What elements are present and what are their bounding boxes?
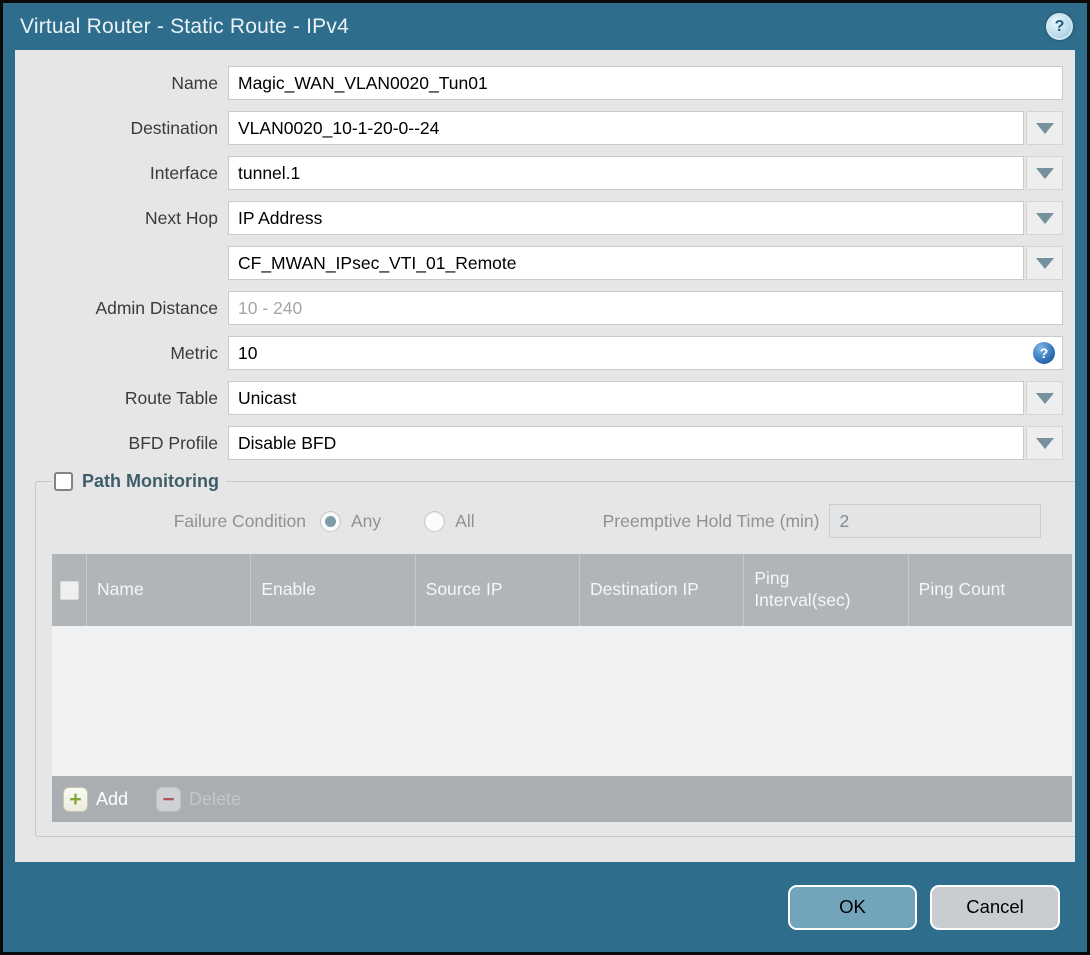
name-input[interactable] bbox=[228, 66, 1063, 100]
failure-condition-row: Failure Condition Any All Preemptive Hol… bbox=[52, 504, 1072, 538]
path-monitoring-checkbox[interactable] bbox=[54, 472, 73, 491]
chevron-down-icon bbox=[1035, 392, 1054, 404]
radio-dot bbox=[325, 515, 336, 527]
failure-condition-all-radio[interactable] bbox=[424, 510, 446, 532]
column-header-ping-interval: Ping Interval(sec) bbox=[744, 554, 909, 626]
interface-dropdown-button[interactable] bbox=[1026, 156, 1063, 190]
dialog-footer: OK Cancel bbox=[3, 862, 1087, 952]
field-row-bfd-profile: BFD Profile bbox=[27, 426, 1063, 460]
delete-button[interactable]: − Delete bbox=[156, 786, 242, 812]
metric-label: Metric bbox=[170, 342, 218, 363]
next-hop-type-input[interactable] bbox=[228, 201, 1024, 235]
dialog-frame: Virtual Router - Static Route - IPv4 ? N… bbox=[0, 0, 1090, 955]
preemptive-hold-time-label: Preemptive Hold Time (min) bbox=[602, 510, 820, 531]
column-header-name: Name bbox=[87, 554, 252, 626]
dialog-content: Name Destination Interface bbox=[15, 50, 1075, 862]
path-monitoring-title: Path Monitoring bbox=[82, 471, 219, 491]
route-table-input[interactable] bbox=[228, 381, 1024, 415]
preemptive-hold-time-input[interactable] bbox=[829, 504, 1042, 538]
destination-input[interactable] bbox=[228, 111, 1024, 145]
add-icon: + bbox=[63, 786, 88, 812]
next-hop-address-input[interactable] bbox=[228, 246, 1024, 280]
dialog-titlebar: Virtual Router - Static Route - IPv4 ? bbox=[3, 3, 1087, 50]
field-row-metric: Metric ? bbox=[27, 336, 1063, 370]
bfd-profile-label: BFD Profile bbox=[128, 432, 218, 453]
failure-condition-any-radio[interactable] bbox=[320, 510, 341, 532]
field-row-route-table: Route Table bbox=[27, 381, 1063, 415]
failure-condition-any-label: Any bbox=[351, 510, 382, 531]
destination-label: Destination bbox=[130, 117, 218, 138]
path-monitoring-legend: Path Monitoring bbox=[52, 471, 226, 492]
column-header-enable: Enable bbox=[251, 554, 416, 626]
field-row-admin-distance: Admin Distance bbox=[27, 291, 1063, 325]
failure-condition-label: Failure Condition bbox=[173, 510, 306, 531]
field-row-name: Name bbox=[27, 66, 1063, 100]
chevron-down-icon bbox=[1035, 212, 1054, 224]
ok-button[interactable]: OK bbox=[788, 884, 917, 930]
interface-label: Interface bbox=[149, 162, 218, 183]
chevron-down-icon bbox=[1035, 122, 1054, 134]
chevron-down-icon bbox=[1035, 257, 1054, 269]
admin-distance-label: Admin Distance bbox=[95, 297, 218, 318]
add-button[interactable]: + Add bbox=[63, 786, 129, 812]
table-body-empty bbox=[52, 626, 1072, 776]
dialog-title: Virtual Router - Static Route - IPv4 bbox=[20, 14, 349, 38]
column-header-ping-count: Ping Count bbox=[918, 579, 1006, 600]
field-row-interface: Interface bbox=[27, 156, 1063, 190]
path-monitoring-section: Path Monitoring Failure Condition Any Al… bbox=[35, 471, 1075, 837]
table-header: Name Enable Source IP Destination IP Pin… bbox=[52, 554, 1072, 626]
cancel-button[interactable]: Cancel bbox=[930, 884, 1060, 930]
field-row-next-hop: Next Hop bbox=[27, 201, 1063, 235]
bfd-profile-dropdown-button[interactable] bbox=[1026, 426, 1063, 460]
delete-button-label: Delete bbox=[189, 788, 242, 809]
next-hop-address-dropdown-button[interactable] bbox=[1026, 246, 1063, 280]
column-header-source-ip: Source IP bbox=[416, 554, 580, 626]
path-monitoring-table: Name Enable Source IP Destination IP Pin… bbox=[52, 554, 1072, 822]
add-button-label: Add bbox=[96, 788, 129, 809]
table-header-checkbox-cell bbox=[52, 554, 87, 626]
admin-distance-input[interactable] bbox=[228, 291, 1063, 325]
static-route-dialog: Virtual Router - Static Route - IPv4 ? N… bbox=[3, 3, 1087, 952]
interface-input[interactable] bbox=[228, 156, 1024, 190]
field-row-destination: Destination bbox=[27, 111, 1063, 145]
delete-icon: − bbox=[156, 786, 182, 812]
route-table-dropdown-button[interactable] bbox=[1026, 381, 1063, 415]
bfd-profile-input[interactable] bbox=[228, 426, 1024, 460]
column-header-destination-ip: Destination IP bbox=[580, 554, 745, 626]
name-label: Name bbox=[171, 72, 218, 93]
metric-input[interactable] bbox=[228, 336, 1063, 370]
destination-dropdown-button[interactable] bbox=[1026, 111, 1063, 145]
info-icon[interactable]: ? bbox=[1033, 342, 1055, 364]
next-hop-dropdown-button[interactable] bbox=[1026, 201, 1063, 235]
chevron-down-icon bbox=[1035, 437, 1054, 449]
field-row-next-hop-address bbox=[27, 246, 1063, 280]
help-icon[interactable]: ? bbox=[1046, 13, 1073, 40]
table-toolbar: + Add − Delete bbox=[52, 776, 1072, 822]
route-table-label: Route Table bbox=[124, 387, 218, 408]
failure-condition-all-label: All bbox=[455, 510, 475, 531]
next-hop-label: Next Hop bbox=[145, 207, 218, 228]
select-all-checkbox[interactable] bbox=[59, 580, 79, 600]
chevron-down-icon bbox=[1035, 167, 1054, 179]
